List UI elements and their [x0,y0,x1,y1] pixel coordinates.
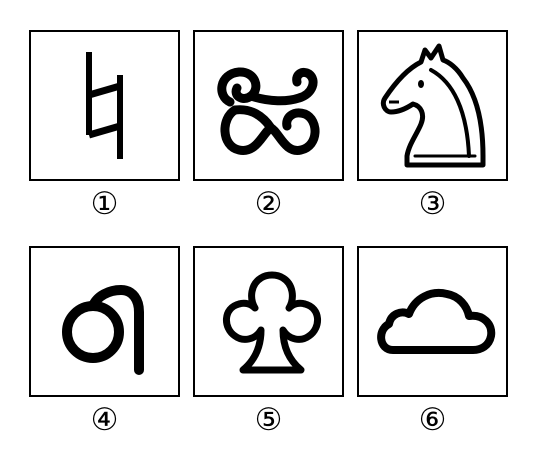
figure-cell-4: ④ [29,246,180,438]
figure-cell-5: ⑤ [193,246,344,438]
chess-knight-icon [380,43,486,168]
cloud-icon [377,289,496,354]
figure-cell-2: ② [193,30,344,222]
figure-frame-5 [193,246,344,397]
figure-number-5: ⑤ [254,402,283,438]
figure-grid: ① ② ③ ④ ⑤ ⑥ [0,0,555,456]
figure-frame-4 [29,246,180,397]
figure-frame-1 [29,30,180,181]
figure-number-6: ⑥ [418,402,447,438]
script-glyph-icon [217,67,320,155]
figure-cell-6: ⑥ [357,246,508,438]
figure-cell-1: ① [29,30,180,222]
figure-number-2: ② [254,186,283,222]
club-icon [223,271,321,374]
figure-number-4: ④ [90,402,119,438]
figure-number-3: ③ [418,186,447,222]
script-loop-icon [62,285,144,375]
natural-sign-icon [86,52,123,159]
figure-frame-3 [357,30,508,181]
figure-frame-6 [357,246,508,397]
figure-cell-3: ③ [357,30,508,222]
figure-number-1: ① [90,186,119,222]
figure-frame-2 [193,30,344,181]
